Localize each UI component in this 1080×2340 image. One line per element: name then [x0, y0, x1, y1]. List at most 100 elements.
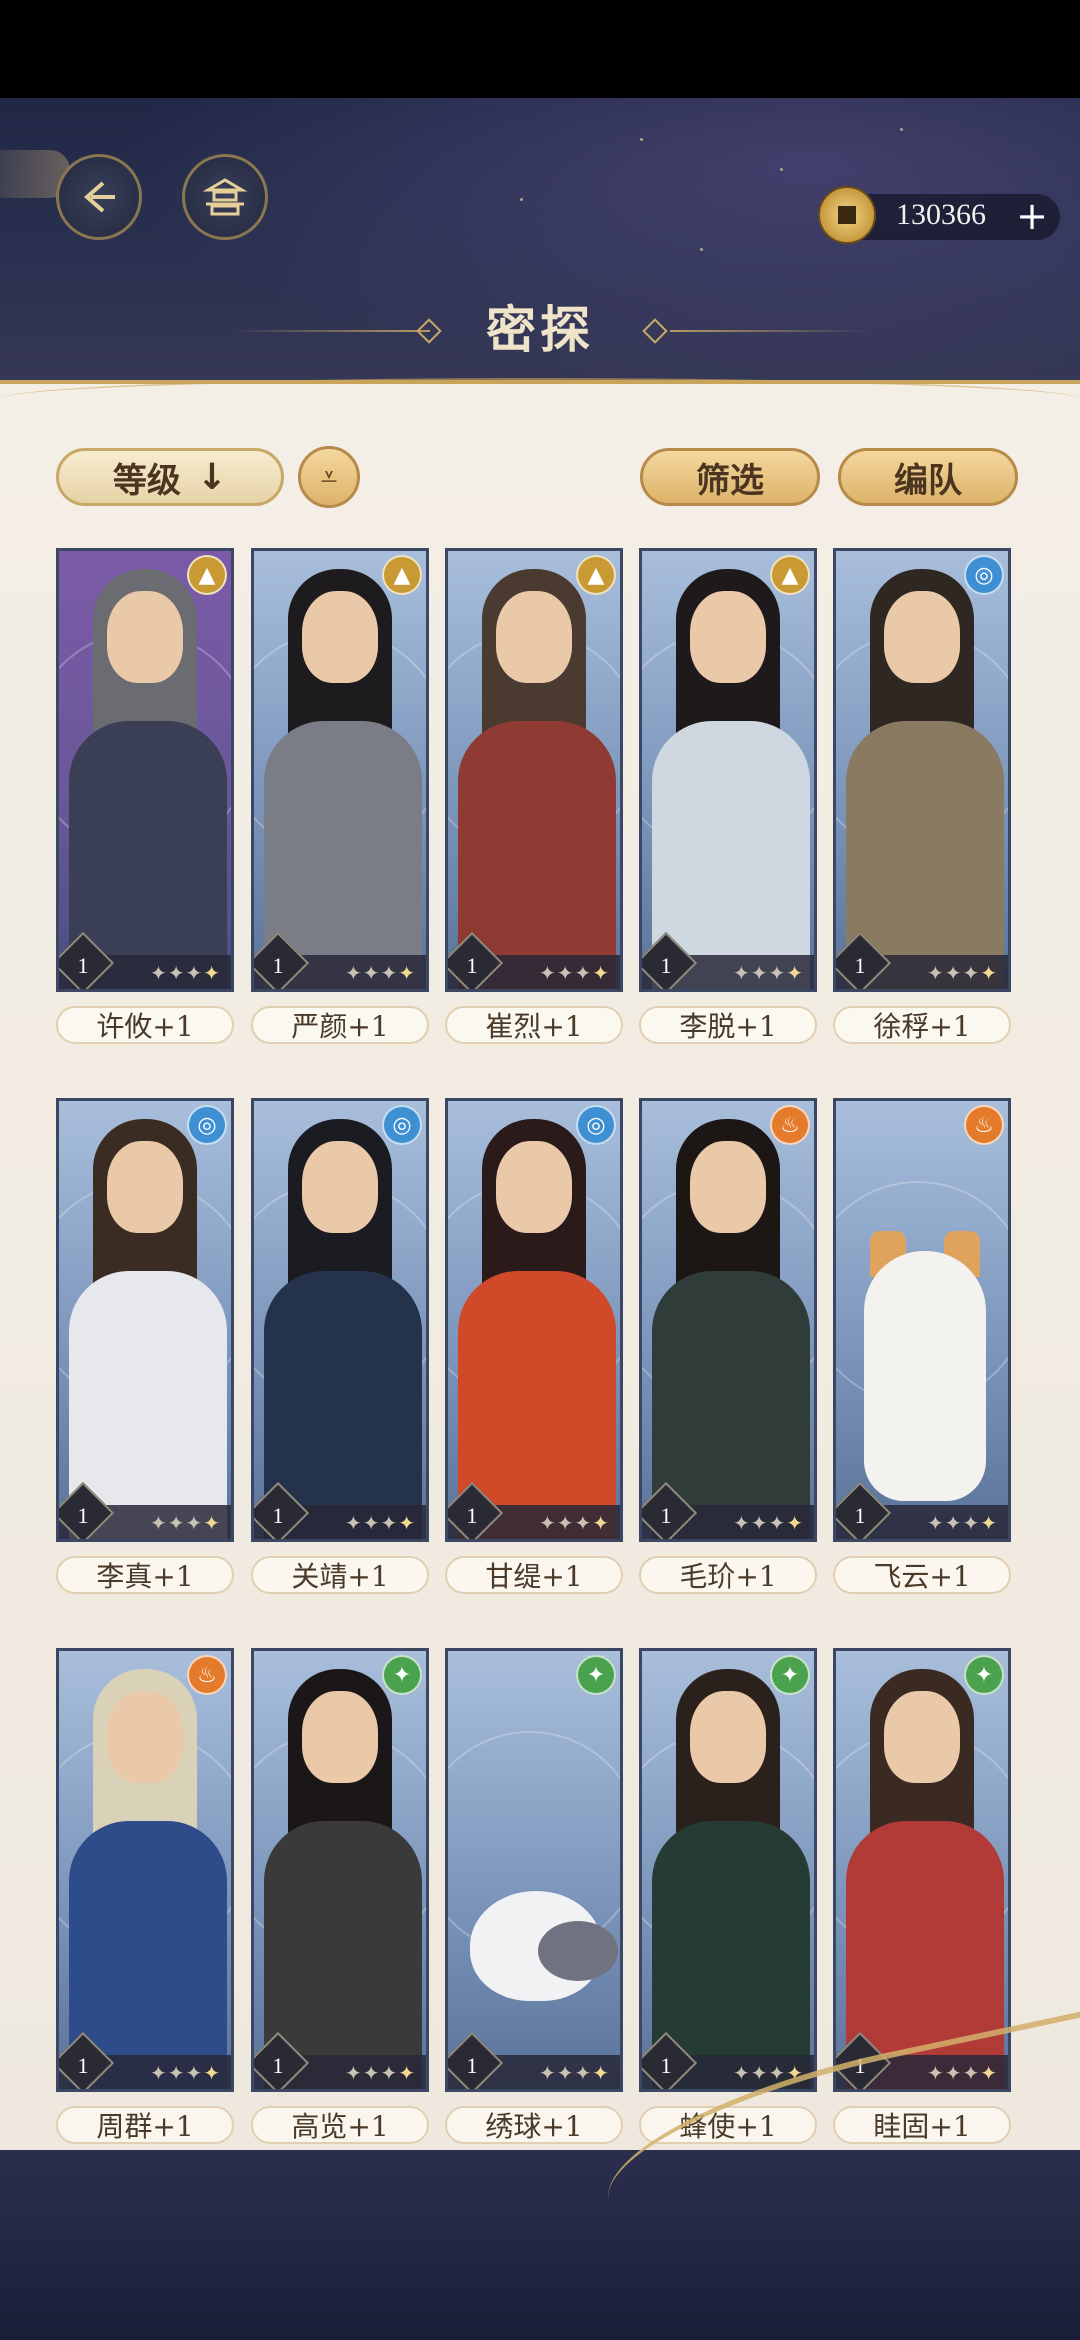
character-name: 崔烈+1 [445, 1006, 623, 1044]
star-rating: ✦✦✦✦ [732, 1511, 804, 1535]
level-value: 1 [854, 953, 866, 978]
sort-level-button[interactable]: 等级 ↓ [56, 448, 284, 506]
character-name: 许攸+1 [56, 1006, 234, 1044]
character-name: 李真+1 [56, 1556, 234, 1594]
home-button[interactable] [182, 154, 268, 240]
fire-element-icon: ♨ [964, 1105, 1004, 1145]
title-line-right [670, 330, 870, 332]
portrait-face [690, 1691, 766, 1783]
filter-label: 筛选 [696, 460, 764, 501]
level-value: 1 [77, 1503, 89, 1528]
water-element-icon: ◎ [964, 555, 1004, 595]
portrait-face [107, 1141, 183, 1233]
character-name: 严颜+1 [251, 1006, 429, 1044]
wood-element-icon: ✦ [770, 1655, 810, 1695]
star-rating: ✦✦✦✦ [149, 961, 221, 985]
water-element-icon: ◎ [187, 1105, 227, 1145]
portrait-face [302, 1691, 378, 1783]
level-value: 1 [466, 953, 478, 978]
portrait-face [690, 1141, 766, 1233]
portrait-face [302, 1141, 378, 1233]
level-value: 1 [660, 1503, 672, 1528]
coin-icon [818, 186, 876, 244]
earth-element-icon: ▲ [187, 555, 227, 595]
star-rating: ✦✦✦✦ [149, 2061, 221, 2085]
star-rating: ✦✦✦✦ [538, 1511, 610, 1535]
earth-element-icon: ▲ [770, 555, 810, 595]
title-area: 密探 [0, 290, 1080, 360]
water-element-icon: ◎ [576, 1105, 616, 1145]
page-title: 密探 [486, 300, 594, 359]
currency-value: 130366 [896, 198, 986, 231]
star-rating: ✦✦✦✦ [344, 961, 416, 985]
character-card[interactable]: ✦✦✦✦ 1 ◎ [833, 548, 1011, 992]
level-value: 1 [466, 2053, 478, 2078]
character-card[interactable]: ✦✦✦✦ 1 ✦ [445, 1648, 623, 2092]
filter-button[interactable]: 筛选 [640, 448, 820, 506]
portrait-face [107, 591, 183, 683]
character-card[interactable]: ✦✦✦✦ 1 ♨ [833, 1098, 1011, 1542]
sort-arrow-icon: ↓ [196, 456, 228, 498]
character-card[interactable]: ✦✦✦✦ 1 ◎ [56, 1098, 234, 1542]
level-value: 1 [272, 1503, 284, 1528]
star-rating: ✦✦✦✦ [344, 2061, 416, 2085]
character-name: 关靖+1 [251, 1556, 429, 1594]
level-value: 1 [272, 953, 284, 978]
star-rating: ✦✦✦✦ [538, 961, 610, 985]
dog-portrait [864, 1251, 986, 1501]
back-button[interactable] [56, 154, 142, 240]
level-value: 1 [854, 1503, 866, 1528]
character-card[interactable]: ✦✦✦✦ 1 ✦ [251, 1648, 429, 2092]
fire-element-icon: ♨ [187, 1655, 227, 1695]
chevron-down-icon: ⩡ [320, 459, 338, 495]
star-rating: ✦✦✦✦ [732, 961, 804, 985]
character-name: 甘缇+1 [445, 1556, 623, 1594]
character-card[interactable]: ✦✦✦✦ 1 ◎ [251, 1098, 429, 1542]
level-value: 1 [77, 2053, 89, 2078]
level-value: 1 [77, 953, 89, 978]
character-card[interactable]: ✦✦✦✦ 1 ▲ [56, 548, 234, 992]
character-name: 高览+1 [251, 2106, 429, 2144]
portrait-face [107, 1691, 183, 1783]
team-label: 编队 [894, 460, 962, 501]
character-card[interactable]: ✦✦✦✦ 1 ▲ [639, 548, 817, 992]
portrait-face [496, 591, 572, 683]
level-value: 1 [466, 1503, 478, 1528]
portrait-face [690, 591, 766, 683]
character-name: 毛玠+1 [639, 1556, 817, 1594]
pavilion-icon [202, 178, 248, 216]
portrait-face [884, 1691, 960, 1783]
star-rating: ✦✦✦✦ [538, 2061, 610, 2085]
character-name: 周群+1 [56, 2106, 234, 2144]
star-rating: ✦✦✦✦ [926, 1511, 998, 1535]
character-name: 李脱+1 [639, 1006, 817, 1044]
team-button[interactable]: 编队 [838, 448, 1018, 506]
sort-toggle-button[interactable]: ⩡ [298, 446, 360, 508]
wood-element-icon: ✦ [964, 1655, 1004, 1695]
character-card[interactable]: ✦✦✦✦ 1 ✦ [639, 1648, 817, 2092]
water-element-icon: ◎ [382, 1105, 422, 1145]
level-value: 1 [272, 2053, 284, 2078]
character-card[interactable]: ✦✦✦✦ 1 ♨ [639, 1098, 817, 1542]
character-card[interactable]: ✦✦✦✦ 1 ◎ [445, 1098, 623, 1542]
portrait-face [496, 1141, 572, 1233]
add-currency-button[interactable]: + [1016, 194, 1048, 238]
portrait-face [884, 591, 960, 683]
character-card[interactable]: ✦✦✦✦ 1 ▲ [251, 548, 429, 992]
bird-wing [538, 1921, 618, 1981]
character-card[interactable]: ✦✦✦✦ 1 ♨ [56, 1648, 234, 2092]
sort-label: 等级 [112, 460, 181, 501]
portrait-face [302, 591, 378, 683]
star-rating: ✦✦✦✦ [149, 1511, 221, 1535]
earth-element-icon: ▲ [382, 555, 422, 595]
character-card[interactable]: ✦✦✦✦ 1 ✦ [833, 1648, 1011, 2092]
back-arrow-icon [83, 181, 115, 213]
character-card[interactable]: ✦✦✦✦ 1 ▲ [445, 548, 623, 992]
character-name: 绣球+1 [445, 2106, 623, 2144]
character-name: 徐稃+1 [833, 1006, 1011, 1044]
status-bar [0, 0, 1080, 98]
wood-element-icon: ✦ [576, 1655, 616, 1695]
character-name: 飞云+1 [833, 1556, 1011, 1594]
star-rating: ✦✦✦✦ [344, 1511, 416, 1535]
level-value: 1 [660, 953, 672, 978]
